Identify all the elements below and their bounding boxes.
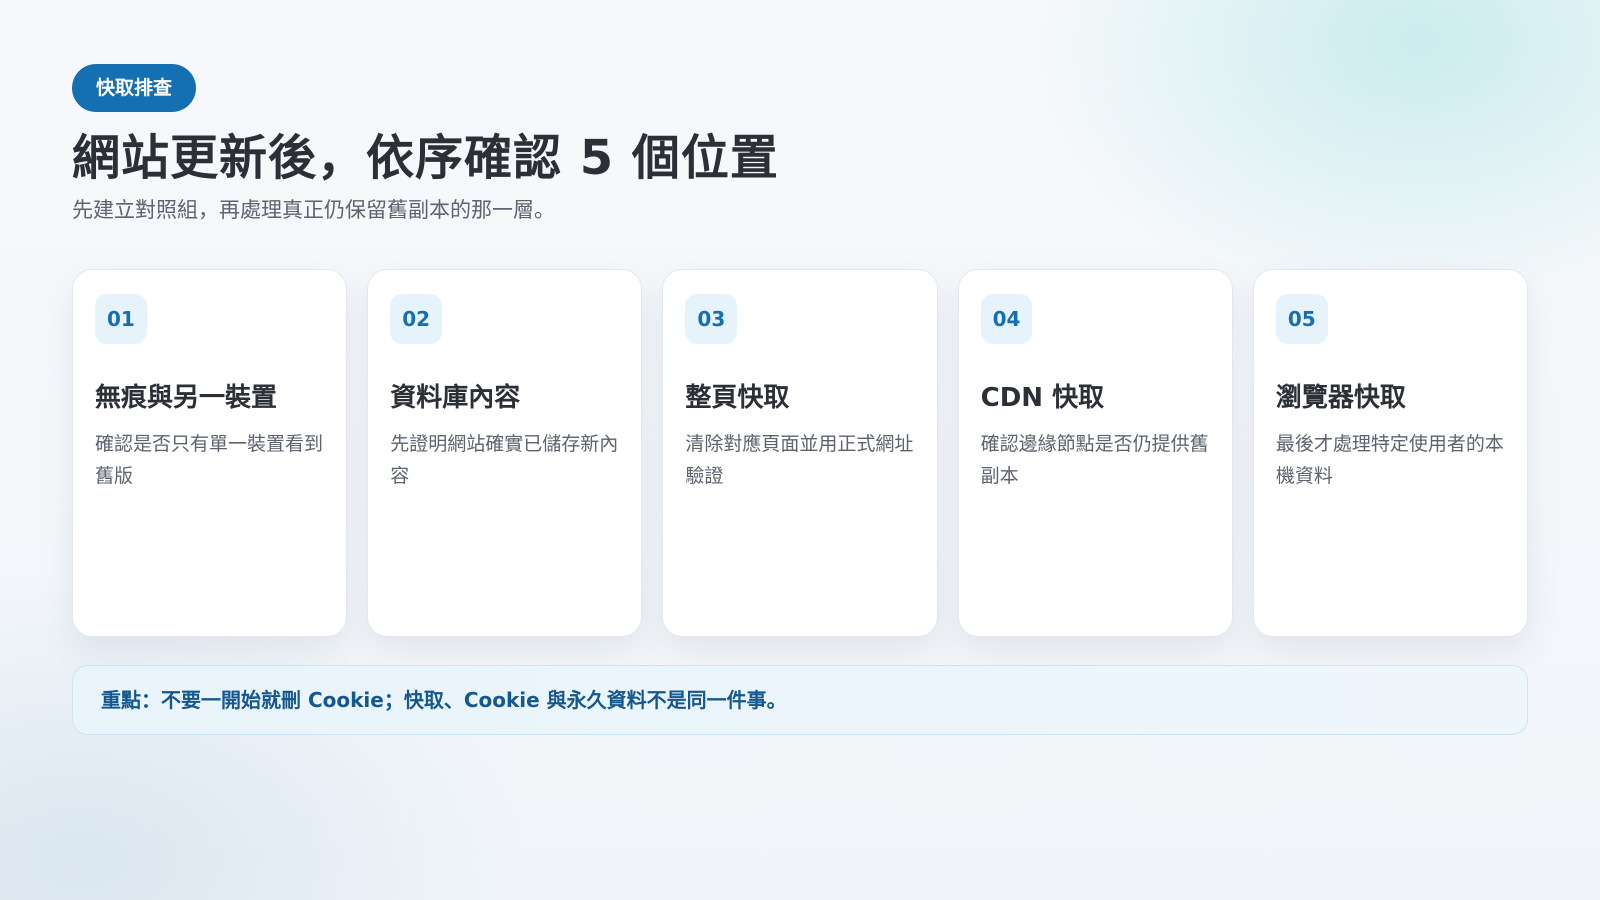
step-description: 確認是否只有單一裝置看到舊版 [95, 433, 324, 487]
step-number: 04 [980, 294, 1033, 344]
step-title: 整頁快取 [685, 383, 790, 413]
step-card-4: 04 CDN 快取 確認邊緣節點是否仍提供舊副本 [957, 269, 1233, 637]
step-card-3: 03 整頁快取 清除對應頁面並用正式網址驗證 [662, 269, 938, 637]
step-title: 瀏覽器快取 [1275, 383, 1406, 413]
step-description: 先證明網站確實已儲存新內容 [390, 433, 619, 487]
step-description: 清除對應頁面並用正式網址驗證 [685, 433, 914, 487]
step-description: 確認邊緣節點是否仍提供舊副本 [980, 433, 1209, 487]
step-card-5: 05 瀏覽器快取 最後才處理特定使用者的本機資料 [1252, 269, 1529, 637]
step-card-1: 01 無痕與另一裝置 確認是否只有單一裝置看到舊版 [72, 269, 348, 637]
step-description: 最後才處理特定使用者的本機資料 [1275, 433, 1504, 487]
step-title: 資料庫內容 [390, 383, 521, 413]
page-subtitle: 先建立對照組，再處理真正仍保留舊副本的那一層。 [72, 198, 555, 222]
section-badge: 快取排查 [72, 64, 197, 112]
key-point-note: 重點：不要一開始就刪 Cookie；快取、Cookie 與永久資料不是同一件事。 [72, 665, 1528, 735]
step-title: CDN 快取 [980, 383, 1105, 413]
step-number: 02 [390, 294, 443, 344]
step-number: 01 [95, 294, 147, 344]
step-number: 03 [685, 294, 738, 344]
step-number: 05 [1275, 294, 1328, 344]
page-title: 網站更新後，依序確認 5 個位置 [72, 130, 779, 186]
step-card-list: 01 無痕與另一裝置 確認是否只有單一裝置看到舊版 02 資料庫內容 先證明網站… [72, 269, 1529, 637]
step-card-2: 02 資料庫內容 先證明網站確實已儲存新內容 [367, 269, 643, 637]
step-title: 無痕與另一裝置 [95, 383, 278, 413]
